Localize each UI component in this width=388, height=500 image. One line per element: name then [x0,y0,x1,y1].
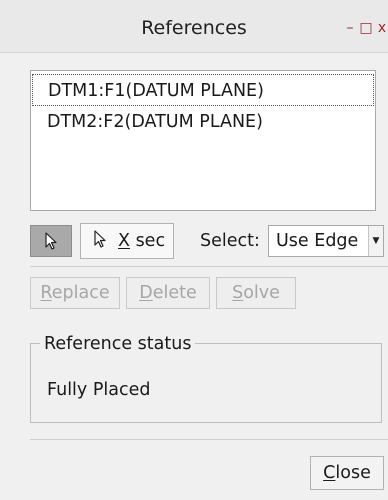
select-dropdown[interactable]: Use Edge ▼ [268,225,384,257]
xsec-label: X sec [118,231,166,251]
xsec-button[interactable]: X sec [80,223,174,259]
select-label: Select: [200,231,260,251]
maximize-icon[interactable]: □ [359,0,373,52]
pointer-arrow-icon [45,232,57,250]
divider [30,439,388,440]
delete-button[interactable]: Delete [126,277,210,309]
window-title: References [141,17,247,39]
solve-button[interactable]: Solve [216,277,296,309]
close-button[interactable]: Close [310,456,384,490]
reference-status-label: Reference status [40,334,196,354]
pick-reference-button[interactable] [30,225,72,257]
divider [30,266,388,267]
select-value: Use Edge [276,231,359,251]
minimize-icon[interactable]: – [343,0,357,52]
status-value: Fully Placed [47,380,151,400]
title-bar: References – □ x [0,0,388,53]
pointer-arrow-icon [94,230,106,248]
list-item[interactable]: DTM2:F2(DATUM PLANE) [32,106,374,138]
close-icon[interactable]: x [375,0,388,52]
references-list[interactable]: DTM1:F1(DATUM PLANE) DTM2:F2(DATUM PLANE… [30,70,376,211]
list-item[interactable]: DTM1:F1(DATUM PLANE) [32,74,374,106]
chevron-down-icon[interactable]: ▼ [368,226,383,256]
replace-button[interactable]: Replace [30,277,120,309]
